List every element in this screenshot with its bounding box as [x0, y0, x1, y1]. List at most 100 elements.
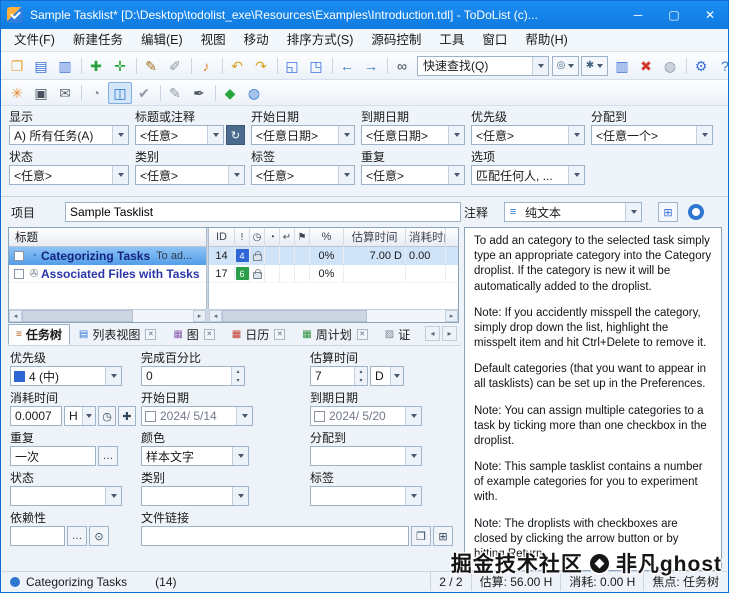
tab-list-view[interactable]: ▤ 列表视图 ✕ [71, 324, 164, 345]
tab-week-planner[interactable]: ▦ 周计划 ✕ [294, 324, 375, 345]
column-header[interactable]: ⚑ [295, 228, 310, 247]
chevron-down-icon[interactable] [532, 57, 548, 75]
close-tab-icon[interactable]: ✕ [357, 329, 368, 340]
chevron-down-icon[interactable] [448, 166, 464, 184]
columns-pane-scrollbar[interactable]: ◂ ▸ [209, 309, 458, 322]
chevron-down-icon[interactable] [625, 203, 641, 221]
tab-scroll-right-icon[interactable]: ▸ [442, 326, 457, 341]
chevron-down-icon[interactable] [405, 487, 421, 505]
color-combo[interactable]: 样本文字 [141, 446, 249, 466]
delete-task-icon[interactable]: ✖ [634, 55, 658, 77]
prev-task-icon[interactable]: ← [335, 55, 359, 77]
quickfind-filter-button[interactable]: ✱ [581, 56, 608, 76]
task-row[interactable]: ◔ Categorizing Tasks To ad... [9, 247, 206, 265]
redo-icon[interactable]: ↷ [249, 55, 273, 77]
quickfind-select-button[interactable]: ◎ [552, 56, 579, 76]
status-combo[interactable] [10, 486, 122, 506]
quick-find-combo[interactable]: 快速查找(Q) [417, 56, 549, 76]
help-icon[interactable]: ? [713, 55, 729, 77]
dependency-edit-button[interactable]: … [67, 526, 87, 546]
scroll-left-icon[interactable]: ◂ [209, 310, 222, 322]
task-checkbox[interactable] [14, 251, 24, 261]
column-header[interactable]: ID [209, 228, 235, 247]
column-header[interactable]: ◔ [265, 228, 280, 247]
clone-task-icon[interactable]: ✐ [163, 55, 187, 77]
dependency-input[interactable] [10, 526, 65, 546]
chevron-down-icon[interactable] [568, 166, 584, 184]
spellcheck-icon[interactable]: ◍ [658, 55, 682, 77]
chevron-down-icon[interactable] [232, 447, 248, 465]
comments-table-button[interactable]: ⊞ [658, 202, 678, 222]
chevron-down-icon[interactable] [82, 407, 95, 425]
scroll-right-icon[interactable]: ▸ [445, 310, 458, 322]
new-task-icon[interactable]: ✚ [84, 55, 108, 77]
recurrence-input[interactable]: 一次 [10, 446, 96, 466]
task-row-columns[interactable]: 17 6 0% [209, 265, 458, 283]
file-link-input[interactable] [141, 526, 409, 546]
menu-item[interactable]: 源码控制 [362, 29, 430, 52]
filter-combo[interactable]: 匹配任何人, ... [471, 165, 585, 185]
new-from-template-icon[interactable]: ✳ [5, 82, 29, 104]
spinner-buttons[interactable]: ▴▾ [231, 367, 244, 385]
assigned-to-combo[interactable] [310, 446, 422, 466]
reminder-icon[interactable]: ♪ [194, 55, 218, 77]
scroll-thumb[interactable] [22, 310, 133, 322]
filter-combo[interactable]: A) 所有任务(A) [9, 125, 129, 145]
column-header[interactable]: ◷ [250, 228, 265, 247]
time-estimate-unit-combo[interactable]: D [370, 366, 404, 386]
menu-item[interactable]: 工具 [430, 29, 473, 52]
chevron-down-icon[interactable] [405, 447, 421, 465]
menu-item[interactable]: 新建任务 [64, 29, 132, 52]
preferences-icon[interactable]: ⚙ [689, 55, 713, 77]
filter-combo[interactable]: <任意> [251, 165, 355, 185]
scroll-left-icon[interactable]: ◂ [9, 310, 22, 322]
chevron-down-icon[interactable] [112, 126, 128, 144]
tab-scroll-left-icon[interactable]: ◂ [425, 326, 440, 341]
comments-panel[interactable]: To add an category to the selected task … [464, 227, 722, 571]
close-tab-icon[interactable]: ✕ [274, 329, 285, 340]
maximize-button[interactable]: ▢ [656, 1, 692, 29]
chevron-down-icon[interactable] [405, 407, 421, 425]
start-date-picker[interactable]: 2024/ 5/14 [141, 406, 253, 426]
column-header[interactable]: ! [235, 228, 250, 247]
chevron-down-icon[interactable] [338, 166, 354, 184]
menu-item[interactable]: 帮助(H) [516, 29, 576, 52]
menu-item[interactable]: 文件(F) [5, 29, 64, 52]
external-tool-icon[interactable]: ◆ [218, 82, 242, 104]
task-checkbox[interactable] [14, 269, 24, 279]
date-checkbox[interactable] [314, 411, 325, 422]
column-header[interactable]: 估算时间 [344, 228, 406, 247]
minimize-button[interactable]: ─ [620, 1, 656, 29]
filter-combo[interactable]: <任意一个> [591, 125, 713, 145]
tab-task-tree[interactable]: ≡ 任务树 ✕ [8, 324, 70, 345]
menu-item[interactable]: 移动 [235, 29, 278, 52]
track-time-icon[interactable]: ◔ [84, 82, 108, 104]
time-spent-unit-combo[interactable]: H [64, 406, 96, 426]
save-tasklist-icon[interactable]: ▤ [29, 55, 53, 77]
time-spent-input[interactable]: 0.0007 [10, 406, 62, 426]
file-link-browse-button[interactable]: ❐ [411, 526, 431, 546]
edit-task-icon[interactable]: ✎ [139, 55, 163, 77]
chevron-down-icon[interactable] [338, 126, 354, 144]
filter-combo[interactable]: <任意> [361, 165, 465, 185]
filter-combo[interactable]: <任意日期> [361, 125, 465, 145]
menu-item[interactable]: 编辑(E) [132, 29, 192, 52]
save-all-icon[interactable]: ▥ [53, 55, 77, 77]
comments-round-button[interactable] [688, 204, 704, 220]
recurrence-edit-button[interactable]: … [98, 446, 118, 466]
tab-calendar[interactable]: ▦ 日历 ✕ [224, 324, 293, 345]
filter-clear-button[interactable]: ↻ [226, 125, 245, 145]
percent-spinner[interactable]: 0 ▴▾ [141, 366, 245, 386]
chevron-down-icon[interactable] [448, 126, 464, 144]
tab-chart[interactable]: ▦ 图 ✕ [165, 324, 222, 345]
file-link-add-button[interactable]: ⊞ [433, 526, 453, 546]
category-combo[interactable] [141, 486, 249, 506]
email-task-icon[interactable]: ✉ [53, 82, 77, 104]
comments-format-combo[interactable]: ≡ 纯文本 [504, 202, 642, 222]
new-subtask-icon[interactable]: ✛ [108, 55, 132, 77]
title-column-header[interactable]: 标题 [9, 228, 206, 247]
time-track-button[interactable]: ◷ [98, 406, 116, 426]
scroll-thumb[interactable] [222, 310, 367, 322]
weblink-icon[interactable]: ◍ [242, 82, 266, 104]
undo-icon[interactable]: ↶ [225, 55, 249, 77]
